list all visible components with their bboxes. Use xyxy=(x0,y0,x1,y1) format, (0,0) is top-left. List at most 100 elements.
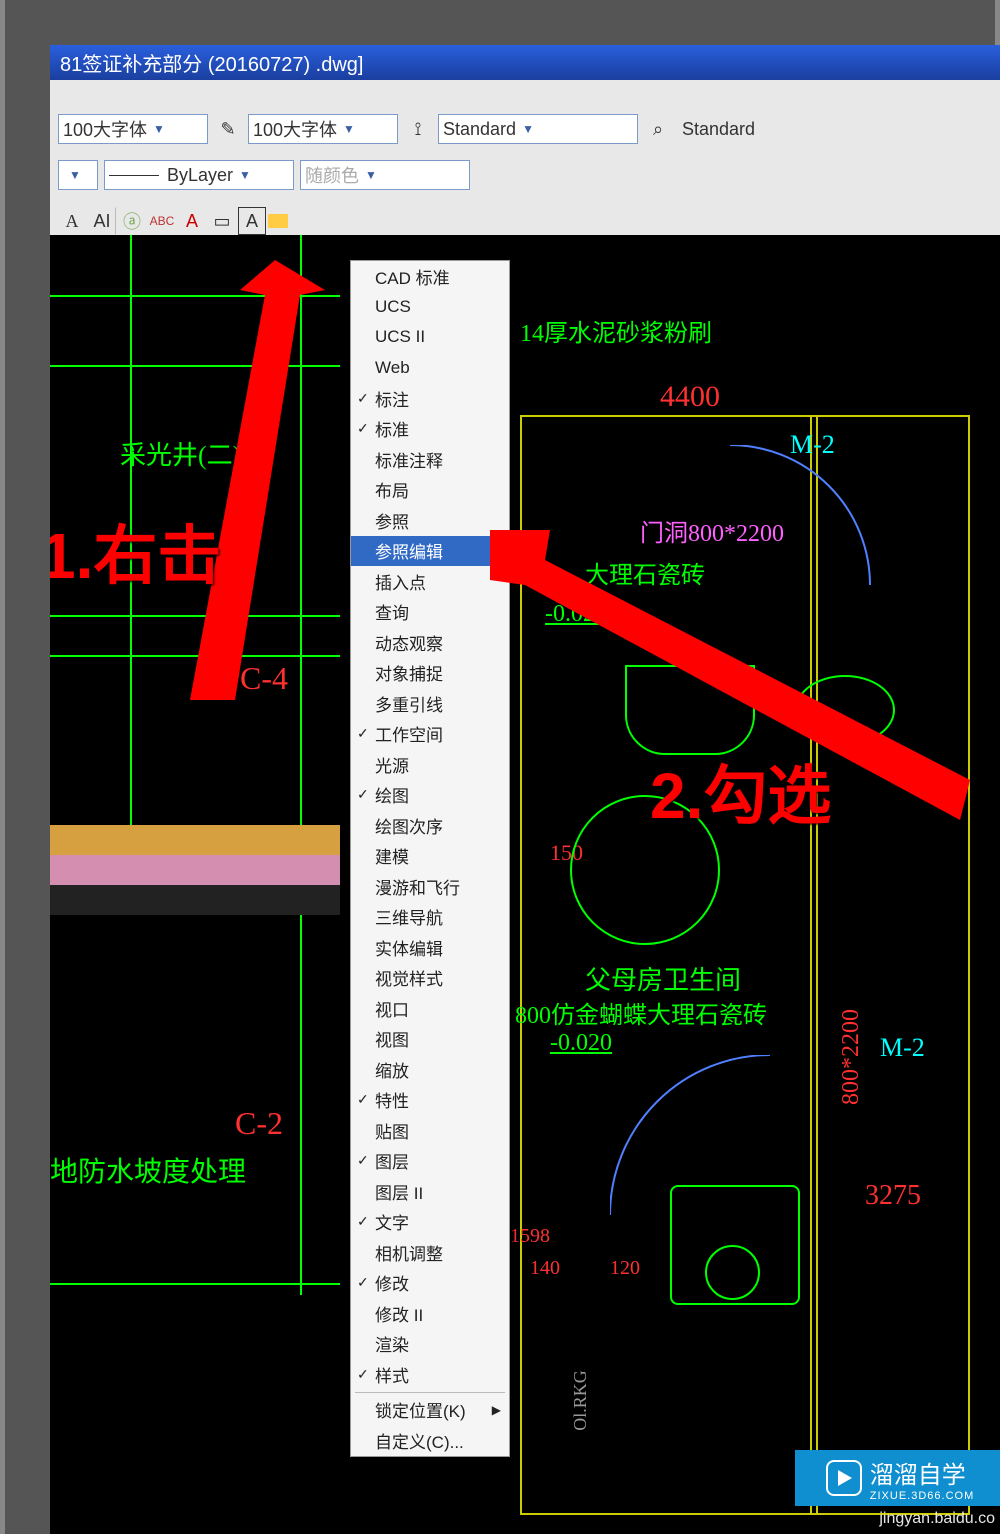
dimstyle-value: Standard xyxy=(443,119,516,140)
color-combo[interactable]: 随颜色 ▼ xyxy=(300,160,470,190)
boxed-A-icon[interactable]: A xyxy=(238,207,266,235)
menu-item-label: 图层 xyxy=(375,1148,409,1173)
menu-item-label: 实体编辑 xyxy=(375,935,443,960)
check-icon: ✓ xyxy=(357,1091,369,1108)
menu-item[interactable]: ✓标准 xyxy=(351,414,509,445)
menu-item-label: 多重引线 xyxy=(375,691,443,716)
menu-item[interactable]: 漫游和飞行 xyxy=(351,871,509,902)
chevron-down-icon: ▼ xyxy=(69,168,81,182)
menu-item-label: 漫游和飞行 xyxy=(375,874,460,899)
menu-item[interactable]: 相机调整 xyxy=(351,1237,509,1268)
small-combo[interactable]: ▼ xyxy=(58,160,98,190)
menu-item[interactable]: UCS xyxy=(351,292,509,323)
menu-item[interactable]: 锁定位置(K)▶ xyxy=(351,1395,509,1426)
menu-item[interactable]: CAD 标准 xyxy=(351,261,509,292)
menu-item[interactable]: 绘图次序 xyxy=(351,810,509,841)
menu-item[interactable]: 标准注释 xyxy=(351,444,509,475)
menu-item[interactable]: 自定义(C)... xyxy=(351,1425,509,1456)
watermark-badge: 溜溜自学 ZIXUE.3D66.COM xyxy=(795,1450,1000,1506)
menu-item[interactable]: Web xyxy=(351,353,509,384)
menu-item[interactable]: ✓标注 xyxy=(351,383,509,414)
text-AI-icon[interactable]: AI xyxy=(88,207,116,235)
font-combo-1[interactable]: 100大字体 ▼ xyxy=(58,114,208,144)
menu-item[interactable]: 实体编辑 xyxy=(351,932,509,963)
menu-item[interactable]: 渲染 xyxy=(351,1329,509,1360)
label-houshuini: 14厚水泥砂浆粉刷 xyxy=(520,313,712,348)
A-red-icon[interactable]: A xyxy=(178,207,206,235)
menu-item-label: 布局 xyxy=(375,477,409,502)
label-neg0020b: -0.020 xyxy=(550,1030,612,1057)
menu-item[interactable]: UCS II xyxy=(351,322,509,353)
check-icon: ✓ xyxy=(357,786,369,803)
menu-item[interactable]: 参照 xyxy=(351,505,509,536)
menu-item-label: 视口 xyxy=(375,996,409,1021)
font-combo-2-value: 100大字体 xyxy=(253,116,337,142)
menu-item-label: 样式 xyxy=(375,1362,409,1387)
menu-item-label: 渲染 xyxy=(375,1331,409,1356)
menu-item[interactable]: 动态观察 xyxy=(351,627,509,658)
door-arc-2 xyxy=(610,1055,790,1235)
menu-item[interactable]: 插入点 xyxy=(351,566,509,597)
menu-item-label: 参照编辑 xyxy=(375,538,443,563)
source-credit: jingyan.baidu.co xyxy=(879,1510,995,1528)
find-icon[interactable]: ⓐ xyxy=(118,207,146,235)
menu-item-label: 建模 xyxy=(375,843,409,868)
watermark-brand: 溜溜自学 xyxy=(870,1455,974,1490)
menu-item[interactable]: 光源 xyxy=(351,749,509,780)
linetype-combo[interactable]: ByLayer ▼ xyxy=(104,160,294,190)
watermark-sub: ZIXUE.3D66.COM xyxy=(870,1490,974,1502)
menu-item[interactable]: 图层 II xyxy=(351,1176,509,1207)
menu-item[interactable]: 参照编辑 xyxy=(351,536,509,567)
abc-icon[interactable]: ABC xyxy=(148,207,176,235)
font-combo-2[interactable]: 100大字体 ▼ xyxy=(248,114,398,144)
menu-item-label: 光源 xyxy=(375,752,409,777)
scale-icon[interactable]: ▭ xyxy=(208,207,236,235)
menu-item-label: 修改 II xyxy=(375,1301,423,1326)
table-style-icon[interactable]: ⌕ xyxy=(644,115,672,143)
text-A-icon[interactable]: A xyxy=(58,207,86,235)
menu-item-label: UCS II xyxy=(375,327,425,347)
font-combo-1-value: 100大字体 xyxy=(63,116,147,142)
annotation-step1: 1.右击 xyxy=(50,505,221,597)
menu-item[interactable]: 建模 xyxy=(351,841,509,872)
menu-item[interactable]: ✓ 样式 xyxy=(351,1359,509,1390)
menu-item[interactable]: ✓ 图层 xyxy=(351,1146,509,1177)
dimstyle-combo[interactable]: Standard ▼ xyxy=(438,114,638,144)
menu-item[interactable]: 多重引线 xyxy=(351,688,509,719)
toolbar-context-menu[interactable]: CAD 标准 UCS UCS II Web✓标注✓标准标准注释布局参照参照编辑插入点查… xyxy=(350,260,510,1457)
dim-140: 140 xyxy=(530,1257,560,1280)
menu-item[interactable]: 视觉样式 xyxy=(351,963,509,994)
dim-3275: 3275 xyxy=(865,1180,921,1212)
menu-item[interactable]: 视图 xyxy=(351,1024,509,1055)
check-icon: ✓ xyxy=(357,1152,369,1169)
tablestyle-value: Standard xyxy=(682,119,755,140)
ruler-icon[interactable] xyxy=(268,214,288,228)
menu-item-label: 锁定位置(K) xyxy=(375,1397,466,1422)
menu-item[interactable]: 视口 xyxy=(351,993,509,1024)
menu-item[interactable]: 缩放 xyxy=(351,1054,509,1085)
menu-item[interactable]: ✓文字 xyxy=(351,1207,509,1238)
menu-item-label: 查询 xyxy=(375,599,409,624)
menu-item-label: UCS xyxy=(375,297,411,317)
tablestyle-combo[interactable]: Standard xyxy=(678,114,838,144)
menu-item-label: 绘图次序 xyxy=(375,813,443,838)
menu-item[interactable]: ✓绘图 xyxy=(351,780,509,811)
menu-separator xyxy=(355,1392,505,1393)
menu-item-label: 工作空间 xyxy=(375,721,443,746)
menu-item[interactable]: 布局 xyxy=(351,475,509,506)
menu-item[interactable]: ✓工作空间 xyxy=(351,719,509,750)
text-style-icon[interactable]: ✎ xyxy=(214,115,242,143)
menu-item[interactable]: 三维导航 xyxy=(351,902,509,933)
label-c2: C-2 xyxy=(235,1105,283,1142)
chevron-down-icon: ▼ xyxy=(239,168,251,182)
menu-item[interactable]: 查询 xyxy=(351,597,509,628)
menu-item[interactable]: 修改 II xyxy=(351,1298,509,1329)
check-icon: ✓ xyxy=(357,1366,369,1383)
menu-item[interactable]: ✓特性 xyxy=(351,1085,509,1116)
menu-item[interactable]: 贴图 xyxy=(351,1115,509,1146)
menu-item[interactable]: 对象捕捉 xyxy=(351,658,509,689)
dim-style-icon[interactable]: ⟟ xyxy=(404,115,432,143)
menu-item[interactable]: ✓修改 xyxy=(351,1268,509,1299)
arrow-1 xyxy=(105,260,365,720)
menu-item-label: 自定义(C)... xyxy=(375,1428,464,1453)
